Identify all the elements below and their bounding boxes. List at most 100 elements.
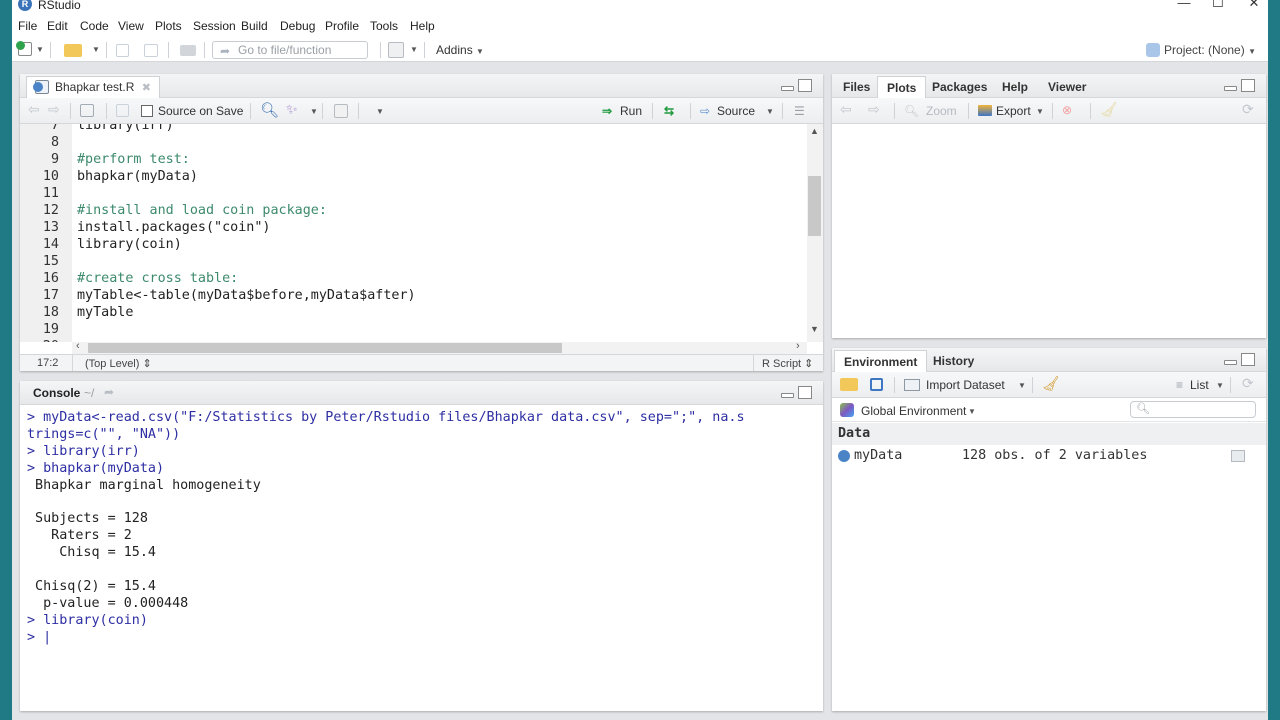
close-window-button[interactable]: ✕ — [1234, 0, 1274, 12]
magic-wand-icon[interactable]: ✨︎ — [286, 101, 298, 118]
pane-layout-icon[interactable] — [388, 42, 404, 58]
open-dropdown-icon[interactable]: ▼ — [92, 45, 100, 61]
refresh-environment-icon[interactable]: ⟳ — [1242, 375, 1254, 392]
code-line[interactable]: 16 #create cross table: — [20, 270, 807, 287]
menu-profile[interactable]: Profile — [325, 19, 359, 33]
minimize-pane-icon[interactable] — [1224, 86, 1237, 91]
save-icon[interactable] — [116, 44, 129, 57]
show-in-window-icon[interactable] — [80, 104, 94, 117]
maximize-pane-icon[interactable] — [1241, 353, 1255, 366]
menu-tools[interactable]: Tools — [370, 19, 398, 33]
next-plot-icon[interactable]: ⇨ — [868, 101, 880, 118]
minimize-pane-icon[interactable] — [781, 86, 794, 91]
environment-search-input[interactable]: 🔍︎ — [1130, 401, 1256, 418]
clear-workspace-broom-icon[interactable]: 🧹︎ — [1042, 375, 1060, 392]
go-to-file-input[interactable]: ➦ Go to file/function — [212, 41, 368, 59]
view-data-grid-icon[interactable] — [1231, 450, 1245, 462]
code-line[interactable]: 10 bhapkar(myData) — [20, 168, 807, 185]
maximize-pane-icon[interactable] — [1241, 79, 1255, 92]
rerun-icon[interactable]: ⇆ — [664, 104, 674, 118]
project-menu[interactable]: Project: (None) ▼ — [1146, 43, 1256, 57]
scroll-up-icon[interactable]: ▲ — [810, 126, 819, 136]
scroll-right-icon[interactable]: › — [796, 340, 800, 352]
scroll-left-icon[interactable]: ‹ — [76, 340, 80, 352]
tab-packages[interactable]: Packages — [923, 76, 996, 98]
maximize-pane-icon[interactable] — [798, 386, 812, 399]
source-dropdown-icon[interactable]: ▼ — [766, 107, 774, 116]
scroll-down-icon[interactable]: ▼ — [810, 324, 819, 334]
horizontal-scroll-thumb[interactable] — [88, 343, 562, 353]
save-workspace-icon[interactable] — [870, 378, 883, 391]
scope-dropdown-icon[interactable]: ▼ — [968, 407, 976, 416]
minimize-pane-icon[interactable] — [1224, 360, 1237, 365]
code-line[interactable]: 13 install.packages("coin") — [20, 219, 807, 236]
export-button[interactable]: Export — [996, 104, 1031, 118]
menu-code[interactable]: Code — [80, 19, 109, 33]
menu-session[interactable]: Session — [193, 19, 236, 33]
code-tools-dropdown-icon[interactable]: ▼ — [310, 107, 318, 116]
tab-plots[interactable]: Plots — [877, 76, 927, 98]
code-line[interactable]: 11 — [20, 185, 807, 202]
layout-dropdown-icon[interactable]: ▼ — [410, 45, 418, 61]
source-on-save-checkbox[interactable] — [141, 105, 153, 117]
addins-menu[interactable]: Addins ▼ — [436, 43, 484, 57]
compile-report-icon[interactable] — [334, 104, 348, 118]
remove-plot-icon[interactable]: ⊗ — [1062, 103, 1072, 117]
save-file-icon[interactable] — [116, 104, 129, 117]
search-icon[interactable]: 🔍︎ — [260, 101, 279, 119]
load-workspace-icon[interactable] — [840, 378, 858, 391]
menu-help[interactable]: Help — [410, 19, 435, 33]
editor-horizontal-scrollbar[interactable]: ‹ › — [72, 340, 807, 354]
code-line[interactable]: 8 — [20, 134, 807, 151]
go-to-directory-icon[interactable]: ➦ — [104, 385, 114, 399]
menu-debug[interactable]: Debug — [280, 19, 315, 33]
console-output[interactable]: > myData<-read.csv("F:/Statistics by Pet… — [20, 405, 823, 711]
code-line[interactable]: 15 — [20, 253, 807, 270]
source-button[interactable]: Source — [717, 104, 755, 118]
tab-files[interactable]: Files — [834, 76, 879, 98]
code-line[interactable]: 17 myTable<-table(myData$before,myData$af… — [20, 287, 807, 304]
more-dropdown-icon[interactable]: ▼ — [376, 107, 384, 116]
code-line[interactable]: 18 myTable — [20, 304, 807, 321]
open-folder-icon[interactable] — [64, 44, 82, 57]
tab-viewer[interactable]: Viewer — [1039, 76, 1095, 98]
maximize-pane-icon[interactable] — [798, 79, 812, 92]
console-path[interactable]: ~/ — [84, 386, 94, 400]
new-file-dropdown-icon[interactable]: ▼ — [36, 45, 44, 61]
close-tab-icon[interactable]: ✖ — [142, 82, 151, 94]
menu-view[interactable]: View — [118, 19, 144, 33]
previous-plot-icon[interactable]: ⇦ — [840, 101, 852, 118]
file-type-selector[interactable]: R Script ⇕ — [762, 357, 813, 370]
menu-plots[interactable]: Plots — [155, 19, 182, 33]
menu-edit[interactable]: Edit — [47, 19, 68, 33]
zoom-button[interactable]: Zoom — [926, 104, 957, 118]
editor-vertical-scrollbar[interactable]: ▲ ▼ — [807, 124, 823, 342]
tab-bhapkar-test-r[interactable]: Bhapkar test.R ✖ — [26, 76, 160, 98]
maximize-button[interactable]: ☐ — [1198, 0, 1238, 12]
expand-icon[interactable] — [838, 450, 850, 462]
view-mode-selector[interactable]: List — [1190, 378, 1209, 392]
clear-plots-broom-icon[interactable]: 🧹︎ — [1100, 101, 1118, 118]
new-file-icon[interactable] — [16, 41, 32, 56]
code-line[interactable]: 14 library(coin) — [20, 236, 807, 253]
tab-environment[interactable]: Environment — [834, 350, 928, 372]
back-arrow-icon[interactable]: ⇦ — [28, 101, 40, 118]
environment-scope-selector[interactable]: Global Environment — [861, 404, 966, 418]
code-line[interactable]: 12 #install and load coin package: — [20, 202, 807, 219]
vertical-scroll-thumb[interactable] — [808, 176, 821, 236]
print-icon[interactable] — [180, 45, 196, 56]
code-line[interactable]: 7 library(irr) — [20, 124, 807, 134]
save-all-icon[interactable] — [144, 44, 158, 57]
import-dataset-button[interactable]: Import Dataset — [926, 378, 1005, 392]
minimize-pane-icon[interactable] — [781, 393, 794, 398]
document-outline-icon[interactable]: ☰ — [794, 104, 805, 118]
run-button[interactable]: Run — [620, 104, 642, 118]
export-dropdown-icon[interactable]: ▼ — [1036, 107, 1044, 116]
code-line[interactable]: 19 — [20, 321, 807, 338]
view-mode-dropdown-icon[interactable]: ▼ — [1216, 381, 1224, 390]
tab-history[interactable]: History — [924, 350, 983, 372]
menu-file[interactable]: File — [18, 19, 37, 33]
scope-selector[interactable]: (Top Level) ⇕ — [85, 357, 152, 370]
tab-help[interactable]: Help — [993, 76, 1037, 98]
refresh-plot-icon[interactable]: ⟳ — [1242, 101, 1254, 118]
